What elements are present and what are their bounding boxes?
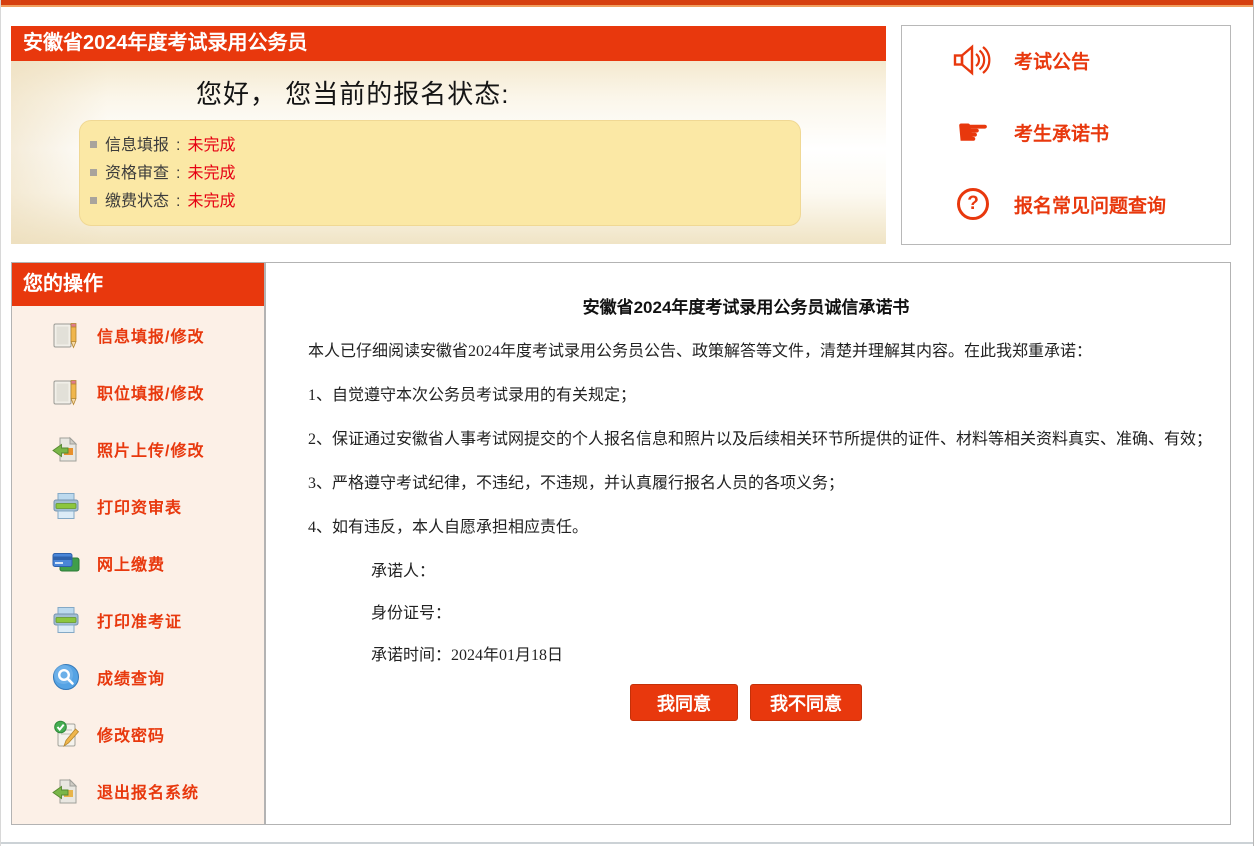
sidebar-item-label: 打印准考证 [97,608,182,632]
sidebar-item-online-payment[interactable]: 网上缴费 [12,534,264,591]
status-panel: 安徽省2024年度考试录用公务员 您好， 您当前的报名状态: 信息填报: 未完成 … [11,26,886,244]
commitment-intro: 本人已仔细阅读安徽省2024年度考试录用公务员公告、政策解答等文件，清楚并理解其… [276,338,1216,365]
square-bullet-icon [90,197,97,204]
form-edit-icon [50,319,82,351]
status-value: 未完成 [187,137,235,154]
commitment-title: 安徽省2024年度考试录用公务员诚信承诺书 [276,293,1216,318]
status-label: 信息填报 [105,137,169,154]
payment-cards-icon [50,547,82,579]
exit-system-icon [50,775,82,807]
top-red-bar [1,0,1253,7]
sidebar-item-label: 退出报名系统 [97,779,199,803]
square-bullet-icon [90,141,97,148]
quick-link-label: 考生承诺书 [1014,119,1109,146]
status-row-payment: 缴费状态: 未完成 [90,188,800,216]
registration-page: 安徽省2024年度考试录用公务员 您好， 您当前的报名状态: 信息填报: 未完成 … [0,0,1254,846]
page-bottom-divider [1,842,1253,844]
sidebar-item-label: 打印资审表 [97,494,182,518]
status-separator: : [176,165,180,182]
sidebar-item-exit-system[interactable]: 退出报名系统 [12,762,264,819]
status-label: 资格审查 [105,165,169,182]
commitment-item-2: 2、保证通过安徽省人事考试网提交的个人报名信息和照片以及后续相关环节所提供的证件… [276,426,1216,453]
link-registration-faq[interactable]: ? 报名常见问题查询 [902,188,1230,220]
quick-link-label: 考试公告 [1014,47,1090,74]
sidebar-item-label: 照片上传/修改 [97,437,204,461]
status-separator: : [176,193,180,210]
commitment-item-3: 3、严格遵守考试纪律，不违纪，不违规，并认真履行报名人员的各项义务； [276,470,1216,497]
status-separator: : [176,137,180,154]
signature-promise-time: 承诺时间：2024年01月18日 [371,642,1216,669]
score-search-icon [50,661,82,693]
sidebar-item-label: 网上缴费 [97,551,165,575]
square-bullet-icon [90,169,97,176]
speaker-icon [950,44,996,76]
photo-upload-icon [50,433,82,465]
sidebar-item-label: 成绩查询 [97,665,165,689]
printer-icon [50,604,82,636]
signature-id-number: 身份证号： [371,600,1216,627]
disagree-button[interactable]: 我不同意 [750,684,862,721]
commitment-item-1: 1、自觉遵守本次公务员考试录用的有关规定； [276,382,1216,409]
sidebar-title: 您的操作 [12,263,264,306]
status-value: 未完成 [187,165,235,182]
status-row-review: 资格审查: 未完成 [90,160,800,188]
password-edit-icon [50,718,82,750]
signature-promiser: 承诺人： [371,558,1216,585]
sidebar-item-label: 职位填报/修改 [97,380,204,404]
sidebar-item-info-fill[interactable]: 信息填报/修改 [12,306,264,363]
sidebar-item-change-password[interactable]: 修改密码 [12,705,264,762]
status-box: 信息填报: 未完成 资格审查: 未完成 缴费状态: 未完成 [79,120,801,226]
commitment-item-4: 4、如有违反，本人自愿承担相应责任。 [276,514,1216,541]
printer-icon [50,490,82,522]
status-row-info: 信息填报: 未完成 [90,132,800,160]
sidebar-item-photo-upload[interactable]: 照片上传/修改 [12,420,264,477]
sidebar-item-label: 修改密码 [97,722,165,746]
status-label: 缴费状态 [105,193,169,210]
agreement-button-row: 我同意 我不同意 [276,684,1216,721]
pointing-hand-icon: ☛ [950,117,996,147]
sidebar-item-print-admission-ticket[interactable]: 打印准考证 [12,591,264,648]
status-panel-title: 安徽省2024年度考试录用公务员 [11,26,886,61]
quick-link-label: 报名常见问题查询 [1014,191,1166,218]
status-value: 未完成 [187,193,235,210]
greeting-text: 您好， 您当前的报名状态: [11,61,886,111]
question-mark-icon: ? [950,188,996,220]
link-candidate-commitment[interactable]: ☛ 考生承诺书 [902,117,1230,147]
sidebar-operations-panel: 您的操作 信息填报/修改 [11,262,265,825]
sidebar-item-position-fill[interactable]: 职位填报/修改 [12,363,264,420]
sidebar-item-label: 信息填报/修改 [97,323,204,347]
commitment-letter-panel: 安徽省2024年度考试录用公务员诚信承诺书 本人已仔细阅读安徽省2024年度考试… [265,262,1231,825]
agree-button[interactable]: 我同意 [630,684,738,721]
link-exam-announcement[interactable]: 考试公告 [902,44,1230,76]
form-edit-icon [50,376,82,408]
sidebar-item-score-inquiry[interactable]: 成绩查询 [12,648,264,705]
quick-links-panel: 考试公告 ☛ 考生承诺书 ? 报名常见问题查询 [901,25,1231,245]
status-panel-body: 您好， 您当前的报名状态: 信息填报: 未完成 资格审查: 未完成 缴费状态: 未完成 [11,61,886,244]
sidebar-item-print-review-form[interactable]: 打印资审表 [12,477,264,534]
